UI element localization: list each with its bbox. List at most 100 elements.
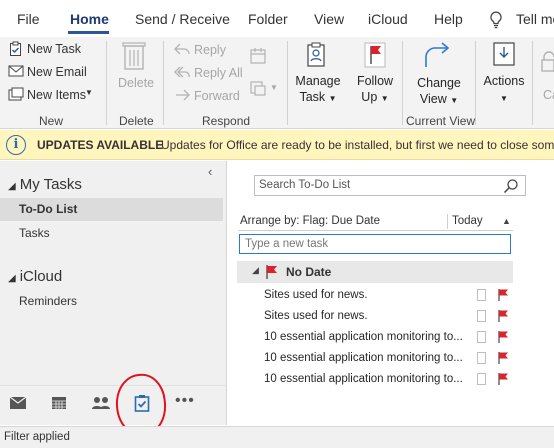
group-separator: [287, 41, 288, 125]
manage-task-label-2: Task: [299, 90, 326, 104]
more-respond-dropdown-icon[interactable]: ▼: [270, 83, 278, 92]
collapse-pane-icon[interactable]: ‹: [208, 164, 212, 179]
new-task-button[interactable]: New Task: [27, 42, 81, 56]
new-task-placeholder: Type a new task: [245, 238, 329, 250]
task-complete-checkbox[interactable]: [477, 331, 486, 343]
reply-all-icon: [174, 66, 190, 78]
lightbulb-icon[interactable]: [489, 11, 503, 29]
manage-task-label: Manage: [295, 74, 341, 88]
task-complete-checkbox[interactable]: [477, 352, 486, 364]
tab-send-receive[interactable]: Send / Receive: [135, 11, 230, 27]
follow-up-label-2: Up: [361, 90, 378, 104]
task-complete-checkbox[interactable]: [477, 310, 486, 322]
manage-task-button[interactable]: Manage Task ▼: [295, 73, 341, 107]
follow-up-label: Follow: [356, 74, 394, 88]
status-text: Filter applied: [4, 431, 70, 443]
group-separator: [532, 41, 533, 125]
new-items-icon: [8, 87, 24, 101]
chevron-down-icon: ▼: [380, 94, 389, 103]
nav-item-reminders[interactable]: Reminders: [0, 290, 223, 313]
icloud-heading[interactable]: ◢ iCloud: [8, 268, 62, 285]
search-todo-input[interactable]: Search To-Do List: [254, 175, 526, 196]
actions-icon: [493, 42, 515, 66]
group-separator: [402, 41, 403, 125]
tab-home[interactable]: Home: [70, 11, 109, 27]
envelope-icon: [8, 65, 24, 77]
new-email-button[interactable]: New Email: [27, 65, 87, 79]
my-tasks-heading[interactable]: ◢ My Tasks: [8, 176, 82, 193]
tab-home-underline: [68, 31, 109, 34]
expand-triangle-icon[interactable]: ◢: [8, 181, 16, 192]
search-icon[interactable]: [503, 178, 519, 194]
task-title: 10 essential application monitoring to..…: [264, 331, 463, 343]
task-complete-checkbox[interactable]: [477, 373, 486, 385]
cal-button[interactable]: Ca: [543, 88, 554, 102]
reply-icon: [174, 43, 190, 55]
delete-button[interactable]: Delete: [118, 76, 154, 90]
info-bar-message: Updates for Office are ready to be insta…: [161, 138, 554, 152]
task-row[interactable]: Sites used for news.: [237, 306, 513, 327]
new-task-input[interactable]: Type a new task: [239, 234, 511, 254]
status-bar: Filter applied: [0, 426, 554, 448]
nav-item-todo-list[interactable]: To-Do List: [0, 198, 223, 221]
task-row[interactable]: 10 essential application monitoring to..…: [237, 369, 513, 390]
group-header-no-date[interactable]: ◢ No Date: [237, 261, 513, 283]
new-items-button[interactable]: New Items: [27, 88, 86, 102]
people-icon[interactable]: [91, 396, 111, 410]
task-row[interactable]: 10 essential application monitoring to..…: [237, 327, 513, 348]
arrange-by-header[interactable]: Arrange by: Flag: Due Date: [240, 215, 380, 227]
tab-view[interactable]: View: [314, 11, 344, 27]
tab-file[interactable]: File: [17, 11, 40, 27]
more-modules-icon[interactable]: •••: [175, 392, 195, 410]
flag-icon[interactable]: [497, 330, 510, 344]
actions-label: Actions: [483, 74, 525, 88]
change-view-button[interactable]: Change View ▼: [414, 75, 464, 109]
task-row[interactable]: Sites used for news.: [237, 285, 513, 306]
flag-icon[interactable]: [497, 351, 510, 365]
header-divider: [238, 230, 513, 231]
ribbon: New Task New Email New Items ▼ New Delet…: [0, 37, 554, 129]
collapse-triangle-icon[interactable]: ◢: [252, 265, 259, 276]
change-view-icon: [425, 42, 450, 67]
updates-info-bar: i UPDATES AVAILABLE Updates for Office a…: [0, 130, 554, 160]
my-tasks-label: My Tasks: [19, 176, 82, 193]
tab-tell-me[interactable]: Tell me: [516, 11, 554, 27]
forward-icon: [176, 89, 190, 101]
flag-icon[interactable]: [497, 288, 510, 302]
group-label-current-view: Current View: [406, 114, 476, 128]
reply-all-button[interactable]: Reply All: [194, 66, 243, 80]
tab-folder[interactable]: Folder: [248, 11, 288, 27]
task-complete-checkbox[interactable]: [477, 289, 486, 301]
forward-button[interactable]: Forward: [194, 89, 240, 103]
info-icon: i: [6, 135, 26, 155]
task-row[interactable]: 10 essential application monitoring to..…: [237, 348, 513, 369]
group-separator: [163, 41, 164, 125]
header-divider: [447, 214, 448, 229]
chevron-down-icon: ▼: [500, 94, 508, 103]
today-column-header[interactable]: Today: [452, 215, 483, 227]
change-view-label: Change: [417, 76, 461, 90]
task-title: Sites used for news.: [264, 289, 368, 301]
nav-item-tasks[interactable]: Tasks: [0, 222, 223, 245]
expand-triangle-icon[interactable]: ◢: [8, 273, 16, 284]
chevron-down-icon: ▼: [450, 96, 459, 105]
info-bar-title: UPDATES AVAILABLE: [37, 138, 164, 152]
actions-button[interactable]: Actions ▼: [482, 73, 526, 107]
flag-icon[interactable]: [497, 309, 510, 323]
calendar-icon[interactable]: [51, 396, 67, 410]
reply-button[interactable]: Reply: [194, 43, 226, 57]
group-title: No Date: [286, 265, 332, 279]
new-items-dropdown-icon[interactable]: ▼: [85, 88, 93, 97]
task-title: 10 essential application monitoring to..…: [264, 352, 463, 364]
mail-icon[interactable]: [9, 396, 27, 410]
icloud-label: iCloud: [19, 268, 63, 285]
chevron-down-icon: ▼: [328, 94, 337, 103]
tab-help[interactable]: Help: [434, 11, 463, 27]
search-placeholder: Search To-Do List: [259, 179, 351, 191]
task-title: 10 essential application monitoring to..…: [264, 373, 463, 385]
sort-arrow-icon[interactable]: ▲: [502, 216, 511, 226]
follow-up-button[interactable]: Follow Up ▼: [355, 73, 395, 107]
more-respond-icon: [250, 81, 266, 96]
flag-icon[interactable]: [497, 372, 510, 386]
tab-icloud[interactable]: iCloud: [368, 11, 408, 27]
